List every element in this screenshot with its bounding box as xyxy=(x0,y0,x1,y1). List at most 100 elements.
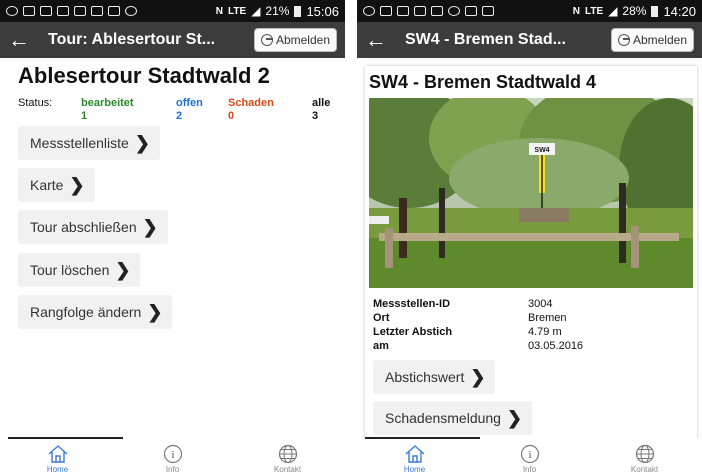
nav-kontakt[interactable]: Kontakt xyxy=(230,439,345,475)
nav-info[interactable]: i Info xyxy=(472,439,587,475)
status-bearbeitet-count: 1 xyxy=(81,110,88,122)
button-label: Rangfolge ändern xyxy=(30,304,142,320)
appbar-title: Tour: Ablesertour St... xyxy=(48,31,216,48)
rangfolge-aendern-button[interactable]: Rangfolge ändern ❯ xyxy=(18,295,173,329)
status-summary: Status: bearbeitet offen Schaden alle 1 … xyxy=(18,97,345,123)
button-label: Tour löschen xyxy=(30,262,110,278)
clock: 15:06 xyxy=(306,3,339,19)
network-label: LTE xyxy=(585,5,604,17)
svg-text:i: i xyxy=(171,449,174,461)
page-title: Ablesertour Stadtwald 2 xyxy=(18,63,270,88)
globe-icon xyxy=(277,444,299,464)
nav-home-label: Home xyxy=(403,465,426,474)
nav-kontakt-label: Kontakt xyxy=(630,465,659,474)
status-schaden-count: 0 xyxy=(228,110,235,122)
nav-home[interactable]: Home xyxy=(0,439,115,475)
battery-percent: 21% xyxy=(265,4,290,18)
schadensmeldung-button[interactable]: Schadensmeldung ❯ xyxy=(373,401,533,435)
network-label: LTE xyxy=(228,5,247,17)
status-bar: N LTE ◢ 28% 14:20 xyxy=(357,0,702,22)
messstelle-details: Messstellen-ID 3004 Ort Bremen Letzter A… xyxy=(373,297,648,353)
nav-info-label: Info xyxy=(165,465,180,474)
nav-home-label: Home xyxy=(46,465,69,474)
button-label: Abstichswert xyxy=(385,369,465,385)
mail-icon xyxy=(40,6,52,16)
chevron-right-icon: ❯ xyxy=(115,260,131,280)
photo-icon xyxy=(380,6,392,16)
button-label: Schadensmeldung xyxy=(385,410,501,426)
chevron-right-icon: ❯ xyxy=(69,175,85,195)
status-schaden-label: Schaden xyxy=(228,97,274,109)
status-label: Status: xyxy=(18,97,53,109)
detail-title: SW4 - Bremen Stadtwald 4 xyxy=(369,72,597,92)
notification-icons xyxy=(6,6,137,16)
abstichswert-button[interactable]: Abstichswert ❯ xyxy=(373,360,496,394)
button-label: Tour abschließen xyxy=(30,219,137,235)
nfc-icon: N xyxy=(572,5,581,17)
karte-button[interactable]: Karte ❯ xyxy=(18,168,95,202)
nfc-icon: N xyxy=(215,5,224,17)
flag-icon xyxy=(397,6,409,16)
field-value: 4.79 m xyxy=(528,326,562,338)
clock: 14:20 xyxy=(663,3,696,19)
chevron-right-icon: ❯ xyxy=(142,217,158,237)
status-offen-count: 2 xyxy=(176,110,183,122)
chat-icon xyxy=(431,6,443,16)
logout-button[interactable]: Abmelden xyxy=(610,28,694,52)
chevron-right-icon: ❯ xyxy=(134,133,150,153)
svg-text:i: i xyxy=(528,449,531,461)
image-icon xyxy=(57,6,69,16)
logout-icon xyxy=(260,34,273,46)
messstelle-screen: N LTE ◢ 28% 14:20 ← SW4 - Bremen Stad...… xyxy=(357,0,702,475)
messstellenliste-button[interactable]: Messstellenliste ❯ xyxy=(18,126,160,160)
nav-kontakt[interactable]: Kontakt xyxy=(587,439,702,475)
bluetooth-icon xyxy=(465,6,477,16)
flag-icon xyxy=(74,6,86,16)
back-arrow-icon[interactable]: ← xyxy=(8,29,36,51)
button-label: Karte xyxy=(30,177,64,193)
logout-icon xyxy=(617,34,630,46)
add-icon xyxy=(363,6,375,16)
logout-button[interactable]: Abmelden xyxy=(253,28,337,52)
back-arrow-icon[interactable]: ← xyxy=(365,29,393,51)
nav-home[interactable]: Home xyxy=(357,439,472,475)
home-icon xyxy=(404,444,426,464)
app-bar: ← SW4 - Bremen Stad... Abmelden xyxy=(357,22,702,58)
card-icon xyxy=(414,6,426,16)
appbar-title: SW4 - Bremen Stad... xyxy=(405,31,566,48)
chevron-right-icon: ❯ xyxy=(506,408,523,428)
field-key: am xyxy=(373,340,389,352)
photo-sign-label: SW4 xyxy=(534,147,549,154)
status-alle-label: alle xyxy=(312,97,331,109)
nav-info-label: Info xyxy=(522,465,537,474)
bottom-nav: Home i Info Kontakt xyxy=(0,439,345,475)
field-key: Messstellen-ID xyxy=(373,298,451,310)
chevron-right-icon: ❯ xyxy=(147,302,163,322)
tour-screen: N LTE ◢ 21% 15:06 ← Tour: Ablesertour St… xyxy=(0,0,345,475)
photo-icon xyxy=(23,6,35,16)
tour-abschliessen-button[interactable]: Tour abschließen ❯ xyxy=(18,210,168,244)
status-bearbeitet-label: bearbeitet xyxy=(81,97,134,109)
nav-kontakt-label: Kontakt xyxy=(273,465,302,474)
chat-icon xyxy=(108,6,120,16)
info-icon: i xyxy=(162,444,184,464)
signal-icon: ◢ xyxy=(251,4,261,18)
globe-icon xyxy=(634,444,656,464)
info-icon: i xyxy=(519,444,541,464)
sync-icon xyxy=(448,6,460,16)
bottom-nav: Home i Info Kontakt xyxy=(357,439,702,475)
battery-icon xyxy=(294,5,302,17)
status-offen-label: offen xyxy=(176,97,203,109)
card-icon xyxy=(91,6,103,16)
home-icon xyxy=(47,444,69,464)
chevron-right-icon: ❯ xyxy=(470,367,486,387)
notification-icons xyxy=(363,6,494,16)
sync-icon xyxy=(125,6,137,16)
field-value: 3004 xyxy=(528,298,553,310)
field-value: Bremen xyxy=(528,312,567,324)
battery-percent: 28% xyxy=(622,4,647,18)
app-bar: ← Tour: Ablesertour St... Abmelden xyxy=(0,22,345,58)
nav-info[interactable]: i Info xyxy=(115,439,230,475)
location-photo: SW4 xyxy=(369,98,693,288)
tour-loeschen-button[interactable]: Tour löschen ❯ xyxy=(18,253,141,287)
